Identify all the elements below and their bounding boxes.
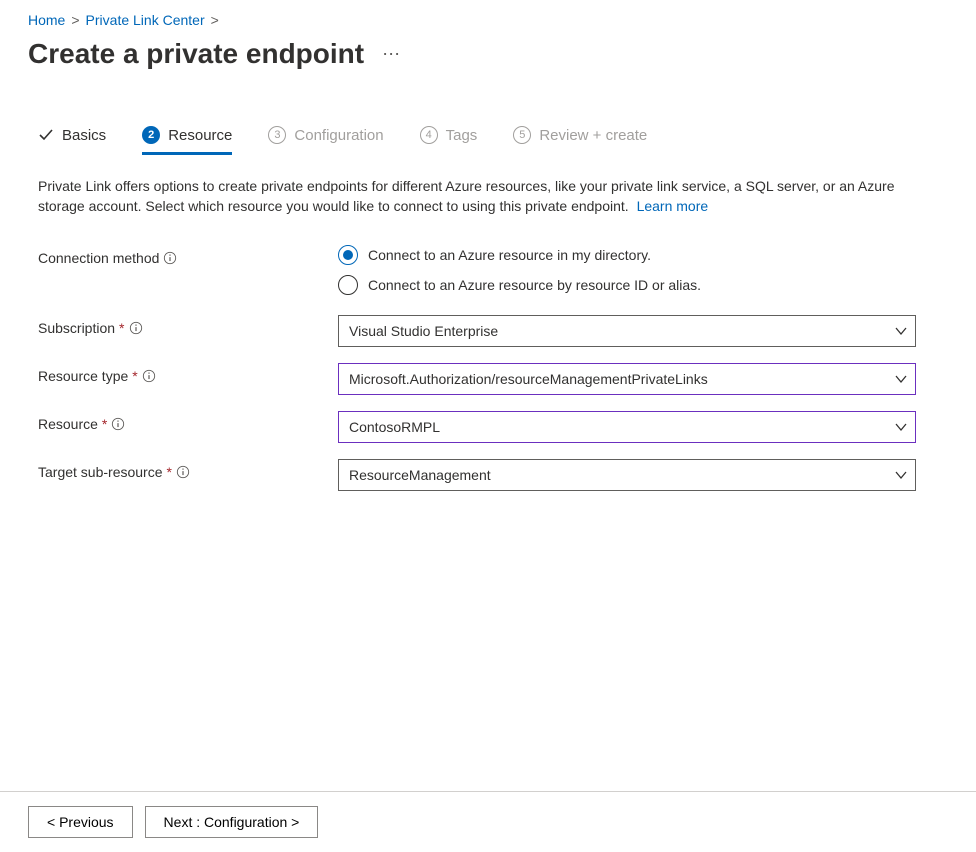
radio-icon xyxy=(338,275,358,295)
target-sub-resource-select[interactable]: ResourceManagement xyxy=(338,459,916,491)
required-indicator: * xyxy=(167,464,172,480)
resource-value: ContosoRMPL xyxy=(349,419,440,435)
tab-review-create-label: Review + create xyxy=(539,127,647,144)
tab-resource[interactable]: 2 Resource xyxy=(142,126,232,154)
breadcrumb-separator: > xyxy=(211,12,219,28)
tab-configuration[interactable]: 3 Configuration xyxy=(268,126,383,154)
breadcrumb-separator: > xyxy=(71,12,79,28)
tab-description: Private Link offers options to create pr… xyxy=(28,176,948,217)
chevron-down-icon xyxy=(893,467,909,483)
radio-icon xyxy=(338,245,358,265)
tab-tags-label: Tags xyxy=(446,127,478,144)
radio-connect-by-id[interactable]: Connect to an Azure resource by resource… xyxy=(338,275,916,295)
resource-form: Connection method Connect to an Azure re… xyxy=(28,245,948,491)
connection-method-label: Connection method xyxy=(38,250,159,266)
chevron-down-icon xyxy=(893,419,909,435)
subscription-value: Visual Studio Enterprise xyxy=(349,323,498,339)
description-text: Private Link offers options to create pr… xyxy=(38,178,895,214)
wizard-footer: < Previous Next : Configuration > xyxy=(0,791,976,852)
step-number-badge: 5 xyxy=(513,126,531,144)
page-title: Create a private endpoint xyxy=(28,38,364,70)
resource-select[interactable]: ContosoRMPL xyxy=(338,411,916,443)
radio-connect-by-id-label: Connect to an Azure resource by resource… xyxy=(368,277,701,293)
radio-connect-in-directory[interactable]: Connect to an Azure resource in my direc… xyxy=(338,245,916,265)
resource-type-select[interactable]: Microsoft.Authorization/resourceManageme… xyxy=(338,363,916,395)
step-number-badge: 4 xyxy=(420,126,438,144)
subscription-label: Subscription xyxy=(38,320,115,336)
radio-connect-in-directory-label: Connect to an Azure resource in my direc… xyxy=(368,247,651,263)
breadcrumb-home-link[interactable]: Home xyxy=(28,12,65,28)
tab-tags[interactable]: 4 Tags xyxy=(420,126,478,154)
required-indicator: * xyxy=(102,416,107,432)
info-icon[interactable] xyxy=(176,465,190,479)
info-icon[interactable] xyxy=(111,417,125,431)
info-icon[interactable] xyxy=(163,251,177,265)
wizard-tabs: Basics 2 Resource 3 Configuration 4 Tags… xyxy=(28,126,948,154)
required-indicator: * xyxy=(119,320,124,336)
target-sub-resource-label: Target sub-resource xyxy=(38,464,163,480)
resource-label: Resource xyxy=(38,416,98,432)
target-sub-resource-value: ResourceManagement xyxy=(349,467,491,483)
resource-type-value: Microsoft.Authorization/resourceManageme… xyxy=(349,371,708,387)
tab-basics[interactable]: Basics xyxy=(38,127,106,154)
info-icon[interactable] xyxy=(142,369,156,383)
previous-button[interactable]: < Previous xyxy=(28,806,133,838)
breadcrumb-private-link-center-link[interactable]: Private Link Center xyxy=(86,12,205,28)
checkmark-icon xyxy=(38,127,54,143)
more-actions-icon[interactable]: ⋯ xyxy=(382,44,402,65)
required-indicator: * xyxy=(132,368,137,384)
resource-type-label: Resource type xyxy=(38,368,128,384)
subscription-select[interactable]: Visual Studio Enterprise xyxy=(338,315,916,347)
tab-configuration-label: Configuration xyxy=(294,127,383,144)
info-icon[interactable] xyxy=(129,321,143,335)
tab-review-create[interactable]: 5 Review + create xyxy=(513,126,647,154)
chevron-down-icon xyxy=(893,323,909,339)
next-configuration-button[interactable]: Next : Configuration > xyxy=(145,806,319,838)
tab-resource-label: Resource xyxy=(168,127,232,144)
chevron-down-icon xyxy=(893,371,909,387)
step-number-badge: 3 xyxy=(268,126,286,144)
tab-basics-label: Basics xyxy=(62,127,106,144)
learn-more-link[interactable]: Learn more xyxy=(637,198,709,214)
step-number-badge: 2 xyxy=(142,126,160,144)
breadcrumb: Home > Private Link Center > xyxy=(28,12,948,28)
